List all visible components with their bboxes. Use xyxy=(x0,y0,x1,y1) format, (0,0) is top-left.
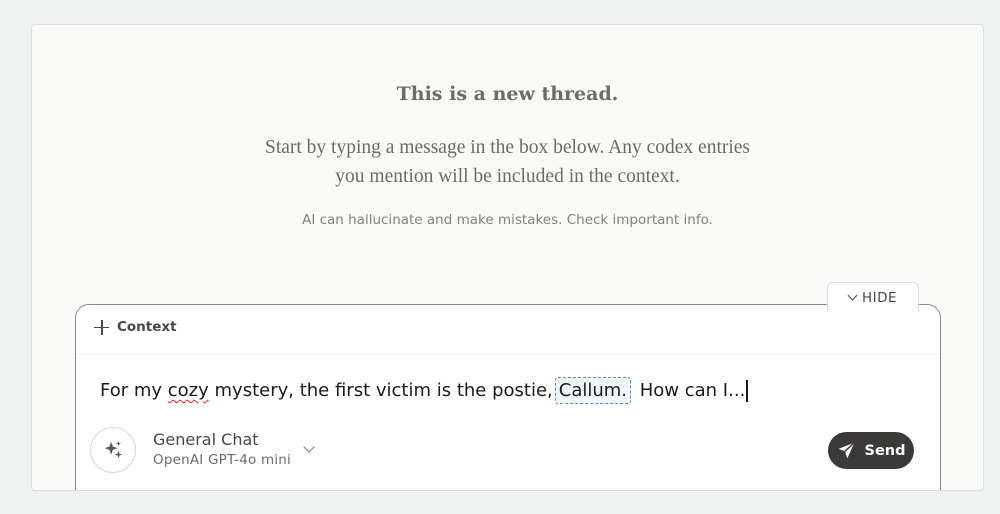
misspelled-word: cozy xyxy=(167,380,209,401)
model-info: General Chat OpenAI GPT-4o mini xyxy=(153,430,291,470)
model-name: General Chat xyxy=(153,430,259,449)
thread-title: This is a new thread. xyxy=(396,83,619,105)
add-context-button[interactable]: Context xyxy=(94,319,177,335)
send-button[interactable]: Send xyxy=(828,432,914,469)
ai-disclaimer: AI can hallucinate and make mistakes. Ch… xyxy=(302,212,713,228)
model-avatar xyxy=(90,427,136,473)
paper-plane-icon xyxy=(838,442,855,459)
text-caret xyxy=(746,379,748,402)
message-text-part: How can I... xyxy=(634,380,746,401)
model-selector[interactable]: General Chat OpenAI GPT-4o mini xyxy=(90,427,315,473)
model-provider: OpenAI GPT-4o mini xyxy=(153,452,291,468)
thread-description-line-1: Start by typing a message in the box bel… xyxy=(264,137,751,158)
context-label: Context xyxy=(117,319,177,335)
message-text-part: For my xyxy=(100,380,168,401)
message-input[interactable]: For my cozy mystery, the first victim is… xyxy=(100,377,748,404)
hide-composer-button[interactable]: HIDE xyxy=(827,282,919,312)
codex-mention[interactable]: Callum. xyxy=(554,377,632,404)
hide-label: HIDE xyxy=(861,289,898,306)
chevron-down-icon xyxy=(303,441,315,453)
message-composer: Context For my cozy mystery, the first v… xyxy=(75,304,941,490)
plus-icon xyxy=(94,319,109,335)
sparkle-icon xyxy=(104,440,123,459)
message-text-part: mystery, the first victim is the postie, xyxy=(208,380,553,401)
chevron-down-icon xyxy=(847,290,858,301)
context-bar: Context xyxy=(76,305,940,355)
send-label: Send xyxy=(864,442,906,459)
chat-panel: This is a new thread. Start by typing a … xyxy=(31,24,984,491)
thread-description-line-2: you mention will be included in the cont… xyxy=(335,166,680,187)
thread-description: Start by typing a message in the box bel… xyxy=(32,133,983,191)
